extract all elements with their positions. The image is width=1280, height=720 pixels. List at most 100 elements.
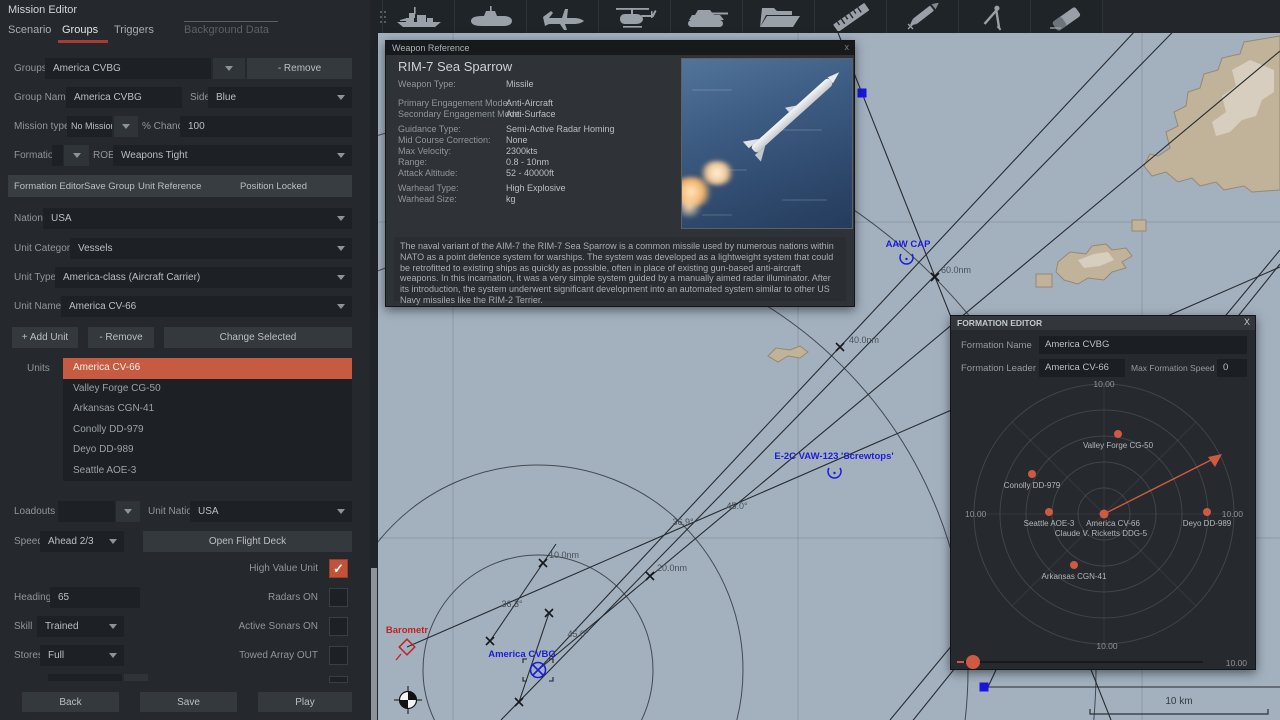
radar-zoom-slider-knob[interactable] — [966, 655, 980, 669]
blue-waypoint-square[interactable] — [979, 682, 989, 692]
mission-editor-panel: Mission Editor Scenario Groups Triggers … — [0, 0, 370, 720]
chance-input[interactable]: 100 — [180, 116, 352, 137]
radar-unit-label: Deyo DD-989 — [1183, 519, 1232, 528]
save-group-button[interactable]: Save Group — [84, 181, 135, 192]
formation-dropdown-button[interactable] — [64, 145, 89, 166]
play-button[interactable]: Play — [258, 692, 352, 712]
pencil-icon — [907, 2, 939, 29]
radar-unit-label: Seattle AOE-3 — [1024, 519, 1075, 528]
add-warship-button[interactable] — [382, 0, 454, 33]
list-item-unit[interactable]: Seattle AOE-3 — [63, 461, 352, 482]
tank-icon — [687, 9, 728, 27]
radar-unit-america[interactable] — [1099, 509, 1109, 519]
field-label: Range: — [398, 157, 428, 167]
field-value: 52 - 40000ft — [506, 168, 555, 178]
radar-unit-deyo[interactable] — [1203, 508, 1211, 516]
add-submarine-button[interactable] — [454, 0, 526, 33]
radars-on-label: Radars ON — [267, 592, 318, 603]
warship-icon — [396, 6, 441, 27]
remove-group-button[interactable]: - Remove — [247, 58, 352, 79]
unit-category-select[interactable]: Vessels — [70, 238, 352, 259]
open-flight-deck-button[interactable]: Open Flight Deck — [143, 531, 352, 552]
back-button[interactable]: Back — [22, 692, 119, 712]
formation-radar: 10.00 10.00 10.00 10.00 Valley Forge CG-… — [957, 379, 1248, 669]
stores-value: Full — [48, 650, 65, 661]
heading-input[interactable]: 65 — [50, 587, 140, 608]
roe-select[interactable]: Weapons Tight — [113, 145, 352, 166]
towed-array-checkbox[interactable] — [329, 646, 348, 665]
groups-dropdown-button[interactable] — [213, 58, 245, 79]
ruler-icon — [833, 2, 869, 31]
loadouts-select[interactable] — [58, 501, 115, 522]
radar-unit-label: Arkansas CGN-41 — [1042, 572, 1107, 581]
stores-select[interactable]: Full — [40, 645, 124, 666]
unit-category-value: Vessels — [78, 243, 113, 254]
clipped-dropdown — [124, 674, 148, 681]
active-sonars-checkbox[interactable] — [329, 617, 348, 636]
panel-scrollbar-thumb[interactable] — [371, 568, 377, 720]
weapon-reference-titlebar[interactable]: Weapon Reference x — [386, 41, 854, 55]
tab-scenario[interactable]: Scenario — [8, 24, 51, 36]
blue-waypoint-square[interactable] — [857, 88, 867, 98]
tab-groups[interactable]: Groups — [62, 24, 98, 36]
chevron-down-icon — [109, 624, 117, 629]
mission-type-value-box[interactable]: No Mission — [67, 116, 112, 137]
speed-label: Speed — [14, 536, 43, 547]
tab-triggers[interactable]: Triggers — [114, 24, 154, 36]
save-button[interactable]: Save — [140, 692, 237, 712]
radars-on-checkbox[interactable] — [329, 588, 348, 607]
submarine-icon — [470, 5, 512, 26]
add-aircraft-button[interactable] — [526, 0, 598, 33]
unit-toolbar — [378, 0, 1280, 33]
position-locked-toggle[interactable]: Position Locked — [240, 181, 307, 192]
radar-unit-conolly[interactable] — [1028, 470, 1036, 478]
unit-name-select[interactable]: America CV-66 — [61, 296, 352, 317]
mission-type-dropdown-button[interactable] — [114, 116, 138, 137]
radar-unit-valley-forge[interactable] — [1114, 430, 1122, 438]
list-item-unit[interactable]: Valley Forge CG-50 — [63, 379, 352, 400]
tab-background-data[interactable]: Background Data — [184, 24, 269, 36]
draw-pencil-button[interactable] — [886, 0, 958, 33]
groups-select[interactable]: America CVBG — [45, 58, 211, 79]
nation-select[interactable]: USA — [43, 208, 352, 229]
field-value: 0.8 - 10nm — [506, 157, 550, 167]
open-folder-icon — [759, 7, 800, 27]
add-unit-button[interactable]: + Add Unit — [12, 327, 78, 348]
unit-type-select[interactable]: America-class (Aircraft Carrier) — [55, 267, 352, 288]
radar-unit-arkansas[interactable] — [1070, 561, 1078, 569]
field-label: Weapon Type: — [398, 79, 456, 89]
radar-unit-seattle[interactable] — [1045, 508, 1053, 516]
eraser-button[interactable] — [1030, 0, 1102, 33]
list-item-unit[interactable]: Deyo DD-989 — [63, 440, 352, 461]
loadouts-dropdown-button[interactable] — [116, 501, 140, 522]
change-selected-button[interactable]: Change Selected — [164, 327, 352, 348]
add-helicopter-button[interactable] — [598, 0, 670, 33]
unit-category-label: Unit Category — [14, 243, 76, 254]
ruler-button[interactable] — [814, 0, 886, 33]
formation-editor-button[interactable]: Formation Editor — [14, 181, 84, 192]
radar-zoom-value: 10.00 — [1226, 658, 1248, 668]
list-item-unit[interactable]: America CV-66 — [63, 358, 352, 379]
formation-value-box[interactable] — [52, 145, 63, 166]
compass-button[interactable] — [958, 0, 1030, 33]
aaw-cap-label: AAW CAP — [886, 239, 932, 250]
speed-select[interactable]: Ahead 2/3 — [40, 531, 124, 552]
high-value-unit-checkbox[interactable] — [329, 559, 348, 578]
list-item-unit[interactable]: Conolly DD-979 — [63, 420, 352, 441]
speed-value: Ahead 2/3 — [48, 536, 94, 547]
skill-select[interactable]: Trained — [37, 616, 124, 637]
group-tools-strip: Formation Editor Save Group Unit Referen… — [8, 175, 352, 197]
chevron-down-icon — [337, 304, 345, 309]
add-tank-button[interactable] — [670, 0, 742, 33]
close-icon[interactable]: x — [845, 42, 850, 52]
radar-range-left: 10.00 — [965, 509, 987, 519]
list-item-unit[interactable]: Arkansas CGN-41 — [63, 399, 352, 420]
panel-scrollbar-track[interactable] — [370, 0, 378, 720]
remove-unit-button[interactable]: - Remove — [88, 327, 154, 348]
field-label: Guidance Type: — [398, 124, 461, 134]
side-select[interactable]: Blue — [208, 87, 352, 108]
unit-nation-select[interactable]: USA — [190, 501, 352, 522]
unit-reference-button[interactable]: Unit Reference — [138, 181, 201, 192]
group-name-input[interactable]: America CVBG — [66, 87, 182, 108]
open-folder-button[interactable] — [742, 0, 814, 33]
